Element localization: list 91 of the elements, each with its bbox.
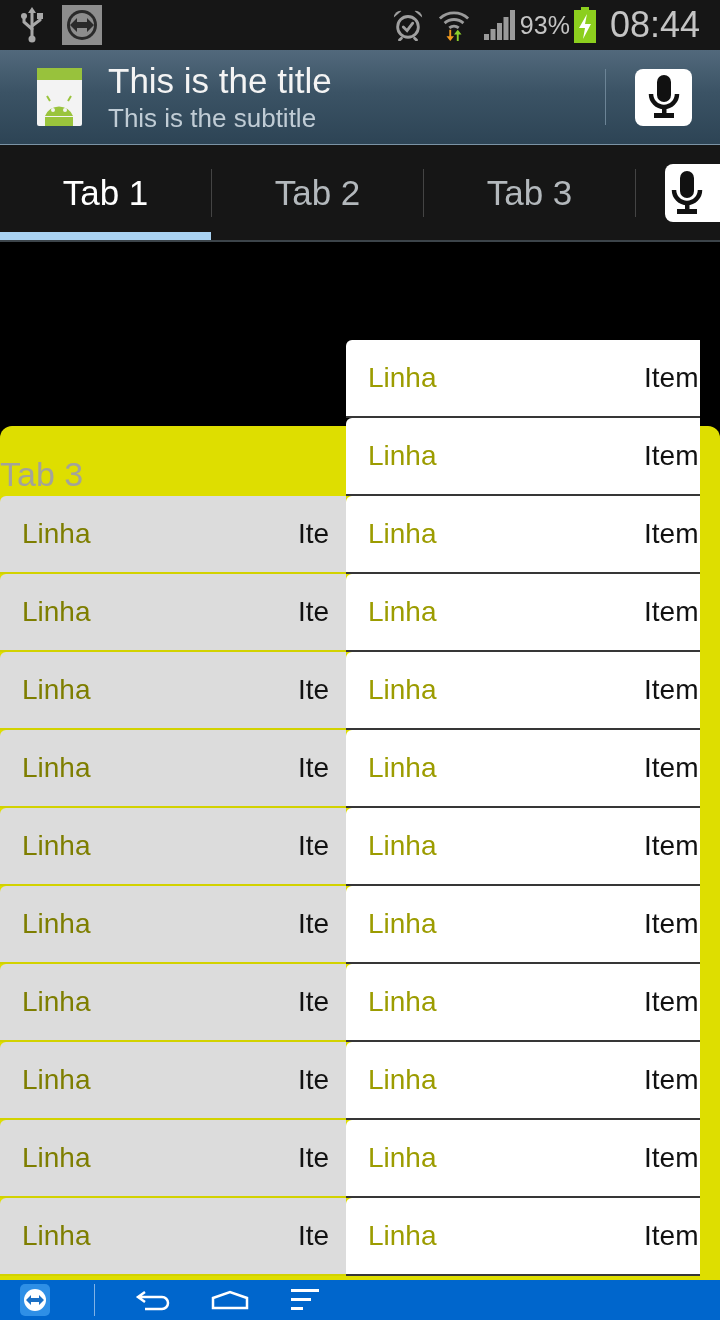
tab[interactable]: Tab 2 <box>212 145 423 240</box>
microphone-icon <box>647 75 680 119</box>
row-label: Linha <box>368 439 438 473</box>
back-icon <box>135 1289 171 1311</box>
list-row[interactable]: Linha Ite <box>0 652 346 730</box>
row-value: Item <box>644 517 700 551</box>
row-value: Item <box>644 985 700 1019</box>
row-label: Linha <box>22 517 92 551</box>
list-row[interactable]: Linha Item <box>346 418 700 496</box>
row-value: Item <box>644 907 700 941</box>
row-value: Ite <box>298 907 331 941</box>
recent-apps-button[interactable] <box>291 1289 319 1311</box>
back-button[interactable] <box>135 1289 171 1311</box>
row-value: Item <box>644 439 700 473</box>
remote-app-button[interactable] <box>20 1284 50 1316</box>
row-label: Linha <box>368 1141 438 1175</box>
row-value: Ite <box>298 829 331 863</box>
row-value: Item <box>644 829 700 863</box>
list-row[interactable]: Linha Item <box>346 1120 700 1198</box>
row-value: Item <box>644 1141 700 1175</box>
list-row[interactable]: Linha Ite <box>0 730 346 808</box>
battery-charging-icon <box>573 7 596 43</box>
row-value: Ite <box>298 517 331 551</box>
row-label: Linha <box>22 1141 92 1175</box>
list-row[interactable]: Linha Item <box>346 808 700 886</box>
remote-control-icon <box>20 1284 50 1316</box>
row-value: Item <box>644 673 700 707</box>
list-row[interactable]: Linha Ite <box>0 1042 346 1120</box>
menu-icon <box>291 1289 319 1311</box>
row-label: Linha <box>22 1063 92 1097</box>
row-label: Linha <box>368 673 438 707</box>
list-row[interactable]: Linha Ite <box>0 1120 346 1198</box>
list-row[interactable]: Linha Item <box>346 574 700 652</box>
battery-percent: 93% <box>519 12 570 38</box>
row-value: Ite <box>298 595 331 629</box>
usb-icon <box>20 7 44 43</box>
row-value: Ite <box>298 751 331 785</box>
panel-label: Tab 3 <box>0 454 84 495</box>
row-value: Ite <box>298 1219 331 1253</box>
list-row[interactable]: Linha Item <box>346 340 700 418</box>
voice-button[interactable] <box>665 163 720 222</box>
action-bar-subtitle: This is the subtitle <box>108 103 317 133</box>
row-value: Ite <box>298 985 331 1019</box>
list-row[interactable]: Linha Ite <box>0 808 346 886</box>
row-value: Ite <box>298 1141 331 1175</box>
row-label: Linha <box>368 751 438 785</box>
row-value: Item <box>644 1219 700 1253</box>
row-value: Item <box>644 1063 700 1097</box>
list-row[interactable]: Linha Item <box>346 652 700 730</box>
microphone-icon <box>671 170 703 215</box>
row-label: Linha <box>368 985 438 1019</box>
clock-time: 08:44 <box>609 7 700 43</box>
row-label: Linha <box>368 361 438 395</box>
row-value: Ite <box>298 1063 331 1097</box>
row-label: Linha <box>22 595 92 629</box>
row-value: Item <box>644 751 700 785</box>
list-row[interactable]: Linha Item <box>346 886 700 964</box>
list-row[interactable]: Linha Item <box>346 964 700 1042</box>
home-button[interactable] <box>211 1290 249 1310</box>
alarm-clock-icon <box>391 9 424 41</box>
list-row[interactable]: Linha Item <box>346 730 700 808</box>
row-label: Linha <box>22 751 92 785</box>
row-label: Linha <box>22 1219 92 1253</box>
list-row[interactable]: Linha Ite <box>0 496 346 574</box>
row-label: Linha <box>368 907 438 941</box>
list-row[interactable]: Linha Item <box>346 1198 700 1276</box>
row-label: Linha <box>368 1219 438 1253</box>
list-row[interactable]: Linha Ite <box>0 886 346 964</box>
home-icon <box>211 1290 249 1310</box>
list-row[interactable]: Linha Ite <box>0 574 346 652</box>
row-label: Linha <box>368 829 438 863</box>
row-label: Linha <box>22 829 92 863</box>
list-row[interactable]: Linha Item <box>346 1042 700 1120</box>
row-value: Ite <box>298 673 331 707</box>
app-icon <box>37 68 82 126</box>
list-row[interactable]: Linha Ite <box>0 1198 346 1276</box>
row-value: Item <box>644 595 700 629</box>
row-label: Linha <box>368 1063 438 1097</box>
row-value: Item <box>644 361 700 395</box>
row-label: Linha <box>368 595 438 629</box>
wifi-icon <box>437 9 470 41</box>
row-label: Linha <box>22 985 92 1019</box>
list-row[interactable]: Linha Ite <box>0 964 346 1042</box>
tab[interactable]: Tab 3 <box>424 145 635 240</box>
row-label: Linha <box>22 907 92 941</box>
signal-bars-icon <box>483 10 516 40</box>
list-row[interactable]: Linha Item <box>346 496 700 574</box>
row-label: Linha <box>368 517 438 551</box>
action-bar-title: This is the title <box>108 61 332 101</box>
row-label: Linha <box>22 673 92 707</box>
voice-button[interactable] <box>635 68 692 126</box>
